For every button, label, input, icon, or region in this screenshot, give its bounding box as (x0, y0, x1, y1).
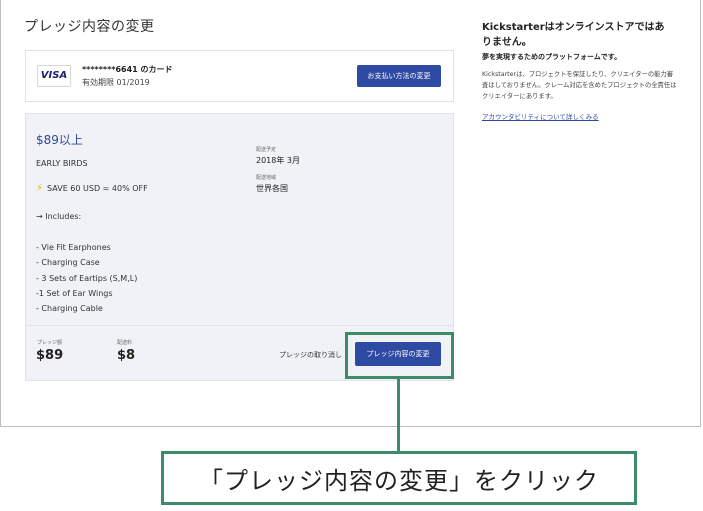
accountability-link[interactable]: アカウンタビリティについて詳しくみる (482, 111, 599, 121)
delivery-value: 2018年 3月 (256, 156, 300, 165)
reward-save-text: SAVE 60 USD = 40% OFF (47, 184, 148, 193)
ships-to-label: 配送地域 (256, 175, 277, 181)
callout-text: 「プレッジ内容の変更」をクリック (199, 466, 599, 495)
reward-items: - Vie Fit Earphones - Charging Case - 3 … (36, 240, 137, 316)
lightning-icon: ⚡ (36, 183, 44, 194)
callout-box: 「プレッジ内容の変更」をクリック (161, 451, 637, 505)
highlight-box (345, 332, 454, 379)
payment-method-box: VISA ********6641 のカード 有効期限 01/2019 お支払い… (25, 50, 454, 102)
reward-save: ⚡ SAVE 60 USD = 40% OFF (36, 183, 148, 194)
reward-item: -1 Set of Ear Wings (36, 288, 113, 298)
change-payment-button[interactable]: お支払い方法の変更 (357, 65, 441, 87)
reward-item: - Vie Fit Earphones (36, 243, 111, 252)
reward-price: $89以上 (36, 133, 83, 147)
cancel-pledge-link[interactable]: プレッジの取り消し (279, 350, 342, 360)
sidebar-subheading: 夢を実現するためのプラットフォームです。 (482, 53, 622, 61)
reward-item: - 3 Sets of Eartips (S,M,L) (36, 273, 138, 283)
sidebar-body: Kickstarterは、プロジェクトを保証したり、クリエイターの能力審査はして… (482, 71, 677, 100)
card-expiry: 有効期限 01/2019 (82, 78, 150, 87)
reward-item: - Charging Case (36, 258, 100, 268)
delivery-label: 配送予定 (256, 147, 277, 153)
callout-connector (397, 379, 400, 453)
reward-includes: → Includes: (36, 212, 82, 221)
card-number: ********6641 のカード (82, 65, 173, 74)
reward-title: EARLY BIRDS (36, 159, 88, 168)
ships-to-value: 世界各国 (256, 184, 288, 193)
divider (26, 325, 453, 326)
shipping-label: 配送料 (117, 340, 133, 346)
pledge-amount-label: プレッジ額 (37, 340, 63, 346)
reward-item: - Charging Cable (36, 304, 103, 314)
page-title: プレッジ内容の変更 (24, 19, 155, 35)
sidebar-heading: Kickstarterはオンラインストアではありません。 (482, 22, 665, 48)
shipping-value: $8 (117, 348, 136, 363)
visa-logo-icon: VISA (37, 65, 71, 87)
pledge-amount-value: $89 (36, 348, 64, 363)
